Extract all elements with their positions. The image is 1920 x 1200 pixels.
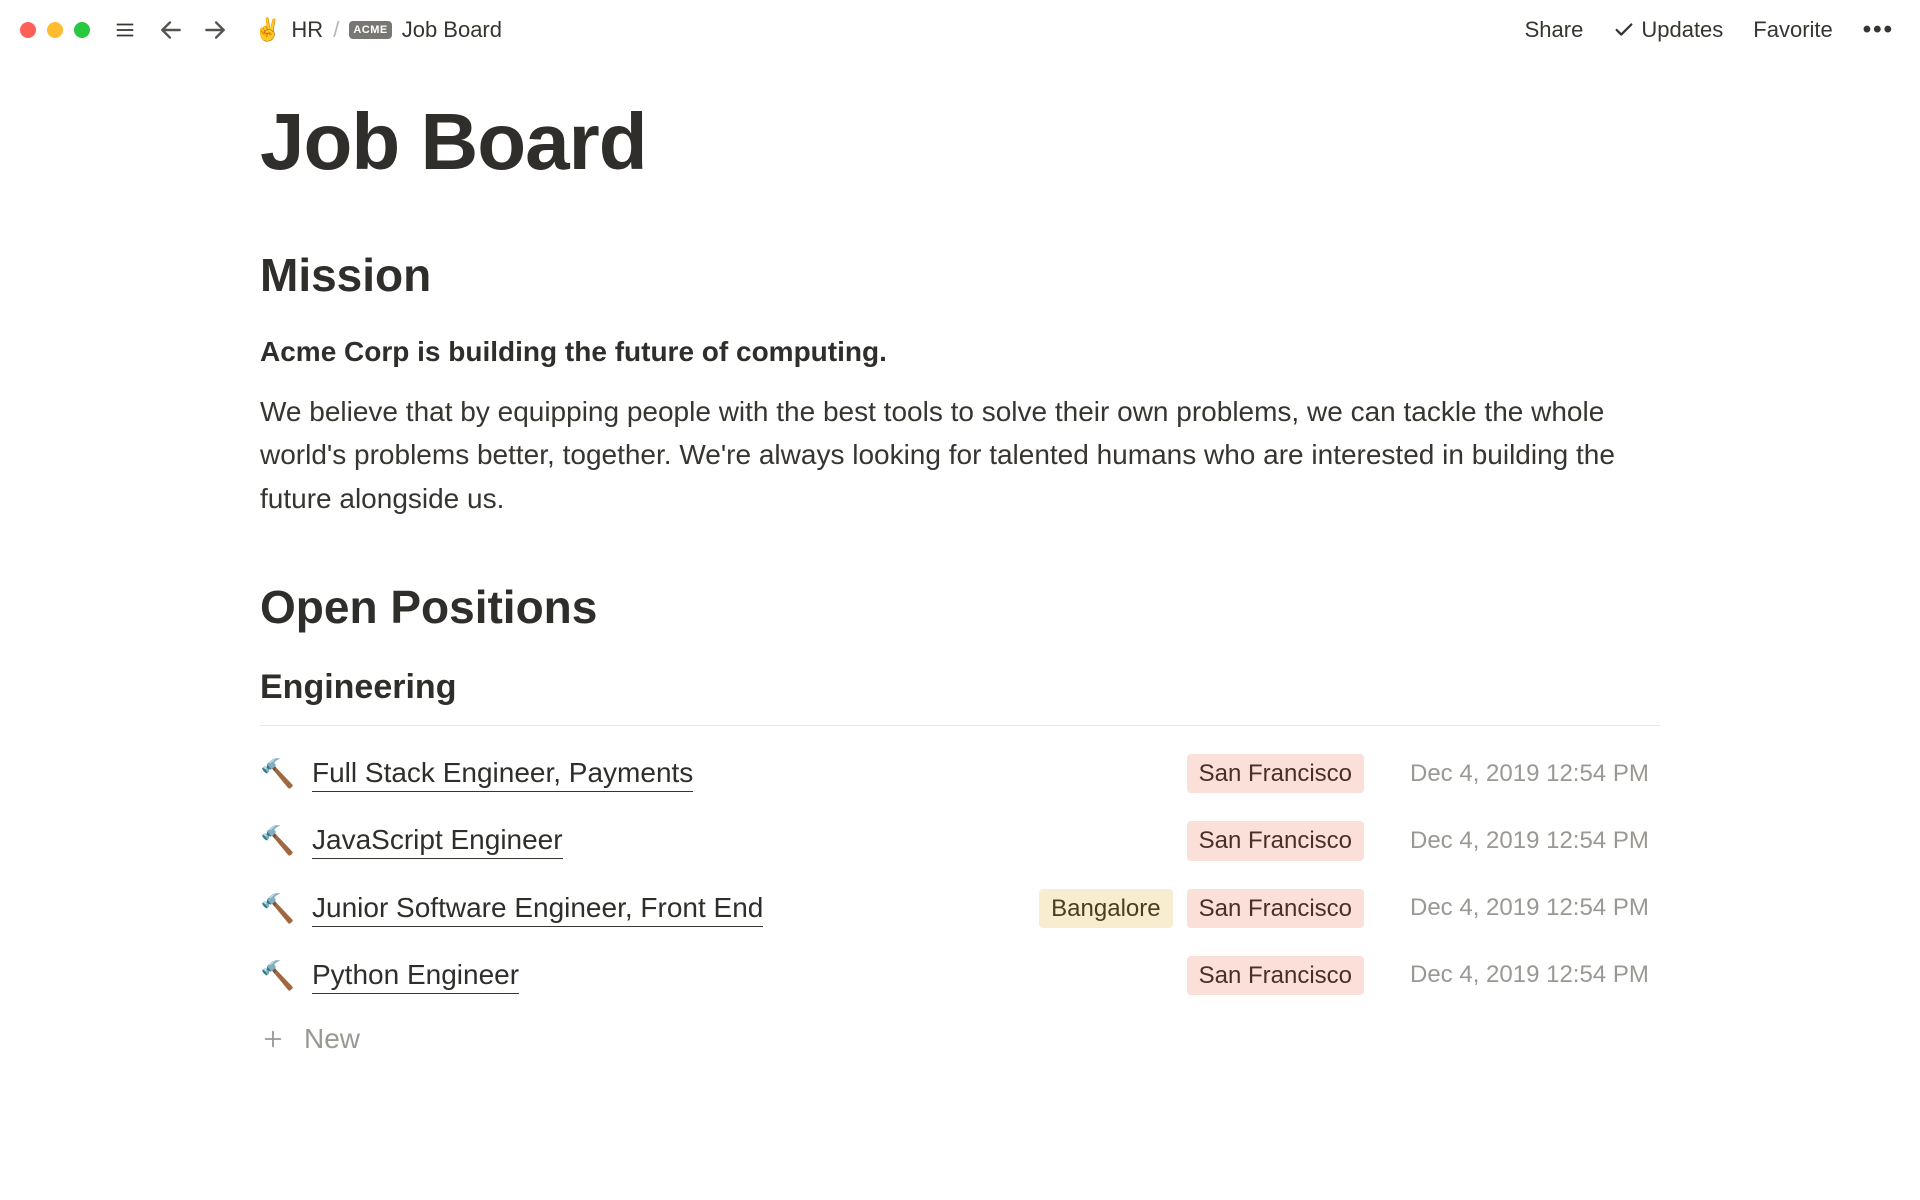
table-row[interactable]: 🔨 Full Stack Engineer, Payments San Franci… [260,740,1660,807]
job-date: Dec 4, 2019 12:54 PM [1410,760,1660,788]
location-tags: Bangalore San Francisco [1039,889,1364,928]
job-title-link[interactable]: Full Stack Engineer, Payments [312,755,693,792]
window-zoom-icon[interactable] [74,22,90,38]
mission-lead[interactable]: Acme Corp is building the future of comp… [260,336,1660,368]
location-tags: San Francisco [1187,754,1364,793]
window-minimize-icon[interactable] [47,22,63,38]
divider [260,725,1660,726]
jobs-list: 🔨 Full Stack Engineer, Payments San Franci… [260,740,1660,1009]
location-tag[interactable]: San Francisco [1187,956,1364,995]
breadcrumb-root[interactable]: HR [291,17,323,43]
positions-heading[interactable]: Open Positions [260,580,1660,634]
forward-button[interactable] [202,17,228,43]
location-tags: San Francisco [1187,821,1364,860]
breadcrumb: ✌️ HR / ACME Job Board [254,17,502,43]
breadcrumb-current[interactable]: Job Board [402,17,502,43]
mission-body[interactable]: We believe that by equipping people with… [260,390,1660,520]
location-tag[interactable]: San Francisco [1187,821,1364,860]
category-heading[interactable]: Engineering [260,668,1660,707]
location-tags: San Francisco [1187,956,1364,995]
menu-icon[interactable] [112,17,138,43]
breadcrumb-chip-icon: ACME [349,21,391,39]
hammer-icon: 🔨 [260,959,294,992]
mission-heading[interactable]: Mission [260,248,1660,302]
favorite-button[interactable]: Favorite [1753,17,1832,43]
new-row-button[interactable]: New [260,1009,1660,1069]
topbar: ✌️ HR / ACME Job Board Share Updates Fav… [0,0,1920,60]
new-label: New [304,1023,360,1055]
job-date: Dec 4, 2019 12:54 PM [1410,827,1660,855]
plus-icon [260,1026,286,1052]
hammer-icon: 🔨 [260,757,294,790]
page-content: Job Board Mission Acme Corp is building … [0,60,1920,1069]
breadcrumb-separator: / [333,17,339,43]
hammer-icon: 🔨 [260,892,294,925]
location-tag[interactable]: San Francisco [1187,889,1364,928]
location-tag[interactable]: Bangalore [1039,889,1172,928]
back-button[interactable] [158,17,184,43]
job-date: Dec 4, 2019 12:54 PM [1410,894,1660,922]
table-row[interactable]: 🔨 JavaScript Engineer San Francisco Dec 4, … [260,807,1660,874]
updates-label: Updates [1641,17,1723,43]
job-title-link[interactable]: JavaScript Engineer [312,822,563,859]
window-close-icon[interactable] [20,22,36,38]
job-title-link[interactable]: Junior Software Engineer, Front End [312,890,763,927]
page-title[interactable]: Job Board [260,96,1660,188]
job-date: Dec 4, 2019 12:54 PM [1410,961,1660,989]
table-row[interactable]: 🔨 Python Engineer San Francisco Dec 4, 2019… [260,942,1660,1009]
more-menu-button[interactable]: ••• [1863,16,1894,44]
check-icon [1613,19,1635,41]
share-button[interactable]: Share [1525,17,1584,43]
topbar-actions: Share Updates Favorite ••• [1525,16,1894,44]
breadcrumb-root-icon: ✌️ [254,17,281,43]
job-title-link[interactable]: Python Engineer [312,957,519,994]
location-tag[interactable]: San Francisco [1187,754,1364,793]
nav-arrows [158,17,228,43]
hammer-icon: 🔨 [260,824,294,857]
table-row[interactable]: 🔨 Junior Software Engineer, Front End Bang… [260,875,1660,942]
window-controls [20,22,90,38]
updates-button[interactable]: Updates [1613,17,1723,43]
